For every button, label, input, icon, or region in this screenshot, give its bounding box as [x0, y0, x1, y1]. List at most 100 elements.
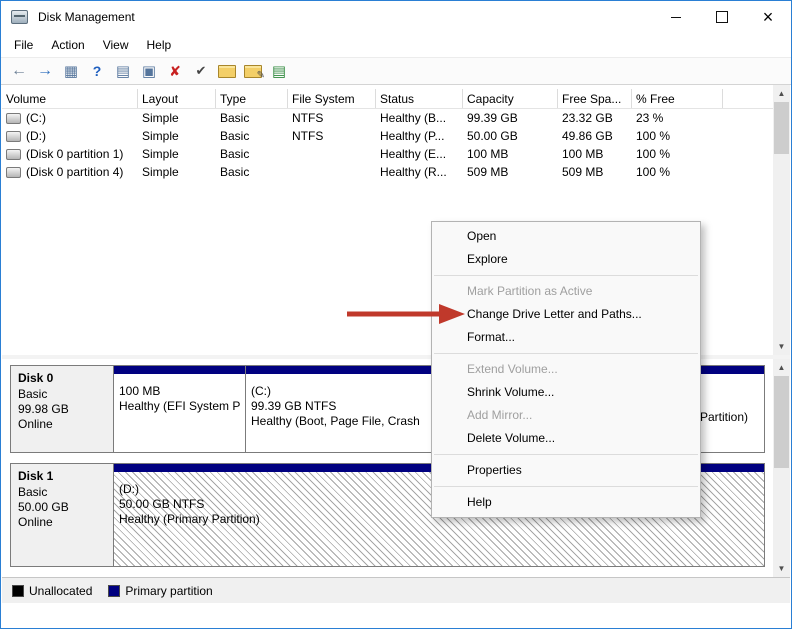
type-value: Basic	[220, 165, 249, 179]
menubar: FileActionViewHelp	[1, 33, 791, 57]
menu-item-change-drive-letter-and-paths[interactable]: Change Drive Letter and Paths...	[432, 303, 700, 326]
export-list-icon[interactable]	[111, 60, 135, 82]
partition-color-stripe	[114, 366, 245, 374]
volume-list-scrollbar[interactable]	[773, 85, 790, 355]
file-system-value: NTFS	[292, 129, 323, 143]
table-row[interactable]: (D:) Simple Basic NTFS Healthy (P... 50.…	[2, 127, 773, 145]
menu-item-help[interactable]: Help	[432, 491, 700, 514]
layout-value: Simple	[142, 165, 179, 179]
disk-info: Basic99.98 GBOnline	[18, 387, 106, 432]
free-space-value: 49.86 GB	[562, 129, 613, 143]
edit-folder-icon[interactable]	[241, 60, 265, 82]
partition[interactable]: 100 MBHealthy (EFI System P	[113, 365, 246, 453]
column-header-capacity[interactable]: Capacity	[463, 89, 558, 108]
percent-free-value: 23 %	[636, 111, 663, 125]
menu-file[interactable]: File	[5, 35, 42, 55]
forward-icon[interactable]	[33, 60, 57, 82]
minimize-button[interactable]	[653, 1, 699, 33]
legend-swatch	[108, 585, 120, 597]
menu-item-shrink-volume[interactable]: Shrink Volume...	[432, 381, 700, 404]
menu-action[interactable]: Action	[42, 35, 93, 55]
legend-item: Primary partition	[108, 584, 212, 598]
legend-item: Unallocated	[12, 584, 92, 598]
disk-header[interactable]: Disk 1 Basic50.00 GBOnline	[10, 463, 114, 567]
volume-name: (C:)	[26, 111, 46, 125]
volume-icon	[6, 131, 21, 142]
free-space-value: 509 MB	[562, 165, 603, 179]
table-row[interactable]: (Disk 0 partition 4) Simple Basic Health…	[2, 163, 773, 181]
status-value: Healthy (R...	[380, 165, 447, 179]
volume-name: (D:)	[26, 129, 46, 143]
open-folder-icon[interactable]	[215, 60, 239, 82]
toolbar	[1, 57, 791, 85]
maximize-button[interactable]	[699, 1, 745, 33]
back-icon[interactable]	[7, 60, 31, 82]
status-value: Healthy (P...	[380, 129, 444, 143]
console-tree-icon[interactable]	[59, 60, 83, 82]
disk-name: Disk 1	[18, 469, 106, 483]
scrollbar-thumb[interactable]	[774, 376, 789, 468]
delete-icon[interactable]	[163, 60, 187, 82]
capacity-value: 50.00 GB	[467, 129, 518, 143]
menu-help[interactable]: Help	[138, 35, 181, 55]
disk-management-icon	[11, 10, 28, 24]
close-button[interactable]	[745, 1, 791, 33]
help-icon[interactable]	[85, 60, 109, 82]
disk-info-line: Online	[18, 417, 106, 432]
volume-name: (Disk 0 partition 1)	[26, 147, 123, 161]
disk-header[interactable]: Disk 0 Basic99.98 GBOnline	[10, 365, 114, 453]
column-header-layout[interactable]: Layout	[138, 89, 216, 108]
capacity-value: 99.39 GB	[467, 111, 518, 125]
column-header-free-spa[interactable]: Free Spa...	[558, 89, 632, 108]
column-header-file-system[interactable]: File System	[288, 89, 376, 108]
status-value: Healthy (E...	[380, 147, 446, 161]
column-header-volume[interactable]: Volume	[2, 89, 138, 108]
menu-separator	[434, 486, 698, 487]
table-header: VolumeLayoutTypeFile SystemStatusCapacit…	[2, 89, 773, 109]
scroll-down-icon[interactable]	[773, 560, 790, 577]
menu-item-explore[interactable]: Explore	[432, 248, 700, 271]
volume-icon	[6, 113, 21, 124]
menu-separator	[434, 353, 698, 354]
free-space-value: 100 MB	[562, 147, 603, 161]
graphical-view-scrollbar[interactable]	[773, 359, 790, 577]
column-header-status[interactable]: Status	[376, 89, 463, 108]
layout-value: Simple	[142, 147, 179, 161]
menu-item-format[interactable]: Format...	[432, 326, 700, 349]
legend-swatch	[12, 585, 24, 597]
menu-view[interactable]: View	[94, 35, 138, 55]
column-header-free[interactable]: % Free	[632, 89, 723, 108]
table-row[interactable]: (Disk 0 partition 1) Simple Basic Health…	[2, 145, 773, 163]
free-space-value: 23.32 GB	[562, 111, 613, 125]
menu-item-properties[interactable]: Properties	[432, 459, 700, 482]
scroll-down-icon[interactable]	[773, 338, 790, 355]
column-header-type[interactable]: Type	[216, 89, 288, 108]
scroll-up-icon[interactable]	[773, 359, 790, 376]
partition-label: 100 MBHealthy (EFI System P	[114, 374, 245, 414]
titlebar: Disk Management	[1, 1, 791, 33]
disk-info-line: Basic	[18, 387, 106, 402]
capacity-value: 100 MB	[467, 147, 508, 161]
task-list-icon[interactable]	[267, 60, 291, 82]
menu-item-add-mirror: Add Mirror...	[432, 404, 700, 427]
disk-info-line: 50.00 GB	[18, 500, 106, 515]
scrollbar-thumb[interactable]	[774, 102, 789, 154]
partition-label: Partition)	[700, 410, 748, 425]
partition-label-line: Partition)	[700, 410, 748, 425]
partition-label-line: 100 MB	[119, 384, 240, 399]
mark-active-icon[interactable]	[189, 60, 213, 82]
capacity-value: 509 MB	[467, 165, 508, 179]
volume-icon	[6, 149, 21, 160]
layout-value: Simple	[142, 129, 179, 143]
legend-label: Unallocated	[29, 584, 92, 598]
menu-item-open[interactable]: Open	[432, 225, 700, 248]
menu-separator	[434, 454, 698, 455]
scroll-up-icon[interactable]	[773, 85, 790, 102]
disk-management-window: Disk Management FileActionViewHelp Volum…	[0, 0, 792, 629]
menu-item-delete-volume[interactable]: Delete Volume...	[432, 427, 700, 450]
table-row[interactable]: (C:) Simple Basic NTFS Healthy (B... 99.…	[2, 109, 773, 127]
table-body: (C:) Simple Basic NTFS Healthy (B... 99.…	[2, 109, 773, 181]
action-pane-icon[interactable]	[137, 60, 161, 82]
percent-free-value: 100 %	[636, 129, 670, 143]
disk-name: Disk 0	[18, 371, 106, 385]
